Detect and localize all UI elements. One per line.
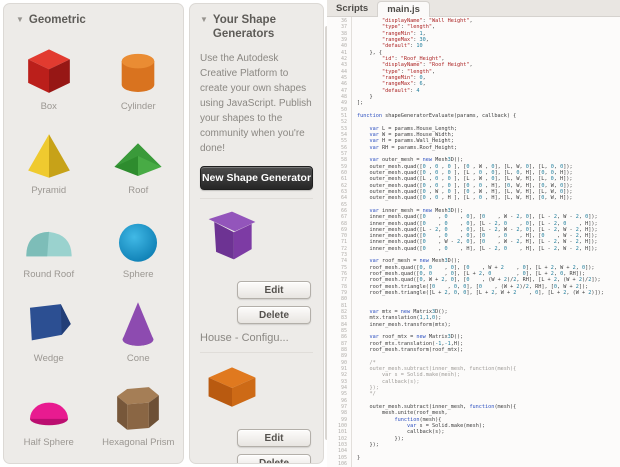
generator-item-empty: Edit Delete Empty (200, 352, 313, 463)
code-editor[interactable]: 36 37 38 39 40 41 42 43 44 45 46 47 48 49 50 51 52 53 54 55… (327, 17, 620, 467)
edit-button[interactable]: Edit (237, 281, 311, 299)
shape-tile-pyramid[interactable]: Pyramid (4, 115, 94, 199)
wedge-shape-icon (29, 304, 71, 341)
shape-label: Half Sphere (23, 437, 74, 448)
code-line: roof_mesh.triangle([L + 2, 0, 0], [L + 2… (357, 290, 604, 297)
delete-button[interactable]: Delete (237, 454, 311, 463)
shape-tile-round-roof[interactable]: Round Roof (4, 199, 94, 283)
shape-grid: Box Cylinder Pyramid Roof Round Roof Sph… (4, 31, 183, 451)
generator-name: House - Configu... (200, 332, 289, 344)
round-roof-shape-icon (26, 231, 72, 257)
code-lines[interactable]: "displayName": "Wall Height", "type": "l… (352, 17, 620, 467)
pyramid-shape-icon (27, 134, 70, 178)
shape-label: Roof (128, 185, 149, 196)
generators-panel-title: Your Shape Generators (212, 14, 276, 40)
code-line: roof_mesh.quad([0, W + 2, 0], [0 , (W + … (357, 277, 601, 284)
delete-button[interactable]: Delete (237, 306, 311, 324)
generators-panel-header: ▼ Your Shape Generators (200, 13, 313, 43)
script-editor: Scripts main.js 36 37 38 39 40 41 42 43 44 45 46 47… (327, 0, 620, 467)
gutter: 36 37 38 39 40 41 42 43 44 45 46 47 48 49 50 51 52 53 54 55… (327, 17, 352, 467)
shape-tile-cylinder[interactable]: Cylinder (94, 31, 184, 115)
code-line: inner_mesh.quad([0 , W - 2, 0], [0 , W -… (357, 239, 598, 246)
code-line: inner_mesh.quad([0 , 0 , 0], [L - 2, 0 ,… (357, 220, 598, 227)
house-generator-icon[interactable] (202, 207, 262, 265)
shape-tile-cone[interactable]: Cone (94, 283, 184, 367)
geometric-panel: ▼ Geometric Box Cylinder Pyramid Roof Ro… (3, 3, 184, 464)
shape-generator-app: ▼ Geometric Box Cylinder Pyramid Roof Ro… (0, 0, 620, 467)
geometric-panel-title: Geometric (28, 14, 86, 26)
shape-generators-panel: ▼ Your Shape Generators Use the Autodesk… (189, 3, 324, 464)
line-number: 106 (337, 460, 347, 467)
shape-label: Round Roof (23, 269, 75, 280)
shape-tile-hexagonal-prism[interactable]: Hexagonal Prism (94, 367, 184, 451)
shape-label: Hexagonal Prism (102, 437, 175, 448)
shape-tile-sphere[interactable]: Sphere (94, 199, 184, 283)
box-shape-icon (27, 49, 70, 93)
shape-tile-half-sphere[interactable]: Half Sphere (4, 367, 94, 451)
geometric-panel-header: ▼ Geometric (4, 4, 183, 29)
shape-tile-box[interactable]: Box (4, 31, 94, 115)
new-shape-generator-button[interactable]: New Shape Generator (200, 166, 313, 190)
shape-tile-wedge[interactable]: Wedge (4, 283, 94, 367)
editor-tab-bar: Scripts main.js (327, 0, 620, 17)
code-line: inner_mesh.quad([0 , 0 , 0], [0 , W - 2,… (357, 214, 598, 221)
generator-item-house: Edit Delete House - Configu... (200, 198, 313, 344)
sphere-shape-icon (119, 223, 158, 262)
code-line: inner_mesh.quad([0 , 0 , H], [L - 2, 0 ,… (357, 245, 598, 252)
tab-scripts[interactable]: Scripts (327, 1, 377, 16)
shape-label: Pyramid (31, 185, 67, 196)
shape-label: Wedge (33, 353, 64, 364)
cone-shape-icon (122, 302, 154, 346)
collapse-triangle-icon[interactable]: ▼ (200, 15, 208, 24)
shape-label: Cone (126, 353, 150, 364)
collapse-triangle-icon[interactable]: ▼ (16, 15, 24, 24)
cylinder-shape-icon (121, 53, 155, 92)
shape-tile-roof[interactable]: Roof (94, 115, 184, 199)
shape-label: Cylinder (120, 101, 156, 112)
roof-shape-icon (114, 143, 162, 176)
half-sphere-shape-icon (29, 402, 68, 426)
shape-label: Sphere (122, 269, 154, 280)
edit-button[interactable]: Edit (237, 429, 311, 447)
empty-generator-icon[interactable] (202, 361, 262, 413)
hexagonal-prism-shape-icon (117, 387, 160, 430)
generators-description: Use the Autodesk Creative Platform to cr… (200, 53, 312, 154)
shape-label: Box (40, 101, 57, 112)
tab-main-js[interactable]: main.js (377, 1, 430, 17)
